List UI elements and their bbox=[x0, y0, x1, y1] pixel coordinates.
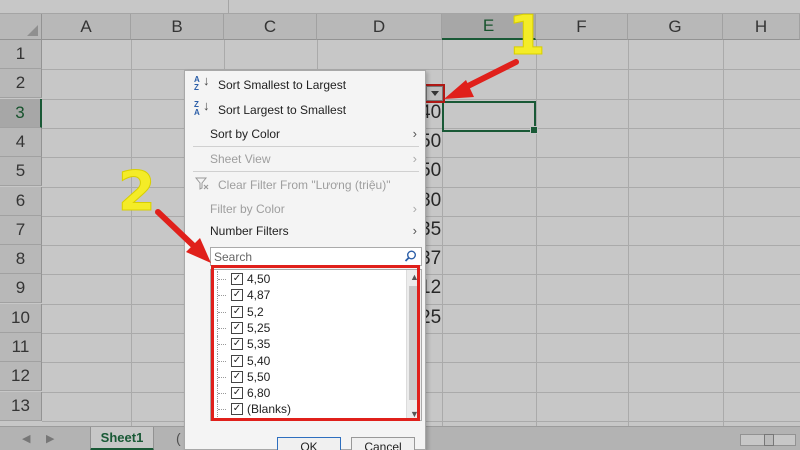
submenu-arrow-icon: › bbox=[412, 151, 417, 166]
sort-za-icon: Z A ↓ bbox=[194, 98, 210, 117]
menu-separator bbox=[193, 171, 419, 172]
menu-sheet-view: Sheet View › bbox=[210, 151, 417, 166]
submenu-arrow-icon: › bbox=[412, 201, 417, 216]
submenu-arrow-icon: › bbox=[412, 126, 417, 141]
step-number-2: 2 bbox=[118, 160, 157, 224]
step-number-1: 1 bbox=[508, 4, 547, 68]
menu-sort-descending[interactable]: Z A ↓ Sort Largest to Smallest bbox=[185, 98, 425, 121]
cancel-button[interactable]: Cancel bbox=[351, 437, 415, 450]
highlight-box-value-list bbox=[211, 265, 420, 421]
clear-filter-icon bbox=[194, 176, 212, 194]
ok-button[interactable]: OK bbox=[277, 437, 341, 450]
sort-az-icon: A Z ↓ bbox=[194, 73, 210, 92]
menu-sort-by-color[interactable]: Sort by Color › bbox=[185, 122, 425, 145]
submenu-arrow-icon: › bbox=[412, 223, 417, 238]
menu-clear-filter: Clear Filter From "Lương (triệu)" bbox=[185, 173, 425, 196]
search-input[interactable]: Search bbox=[210, 247, 422, 266]
menu-number-filters[interactable]: Number Filters › bbox=[185, 219, 425, 242]
menu-sort-ascending[interactable]: A Z ↓ Sort Smallest to Largest bbox=[185, 73, 425, 96]
menu-filter-by-color: Filter by Color › bbox=[210, 201, 417, 216]
search-icon bbox=[404, 250, 417, 263]
